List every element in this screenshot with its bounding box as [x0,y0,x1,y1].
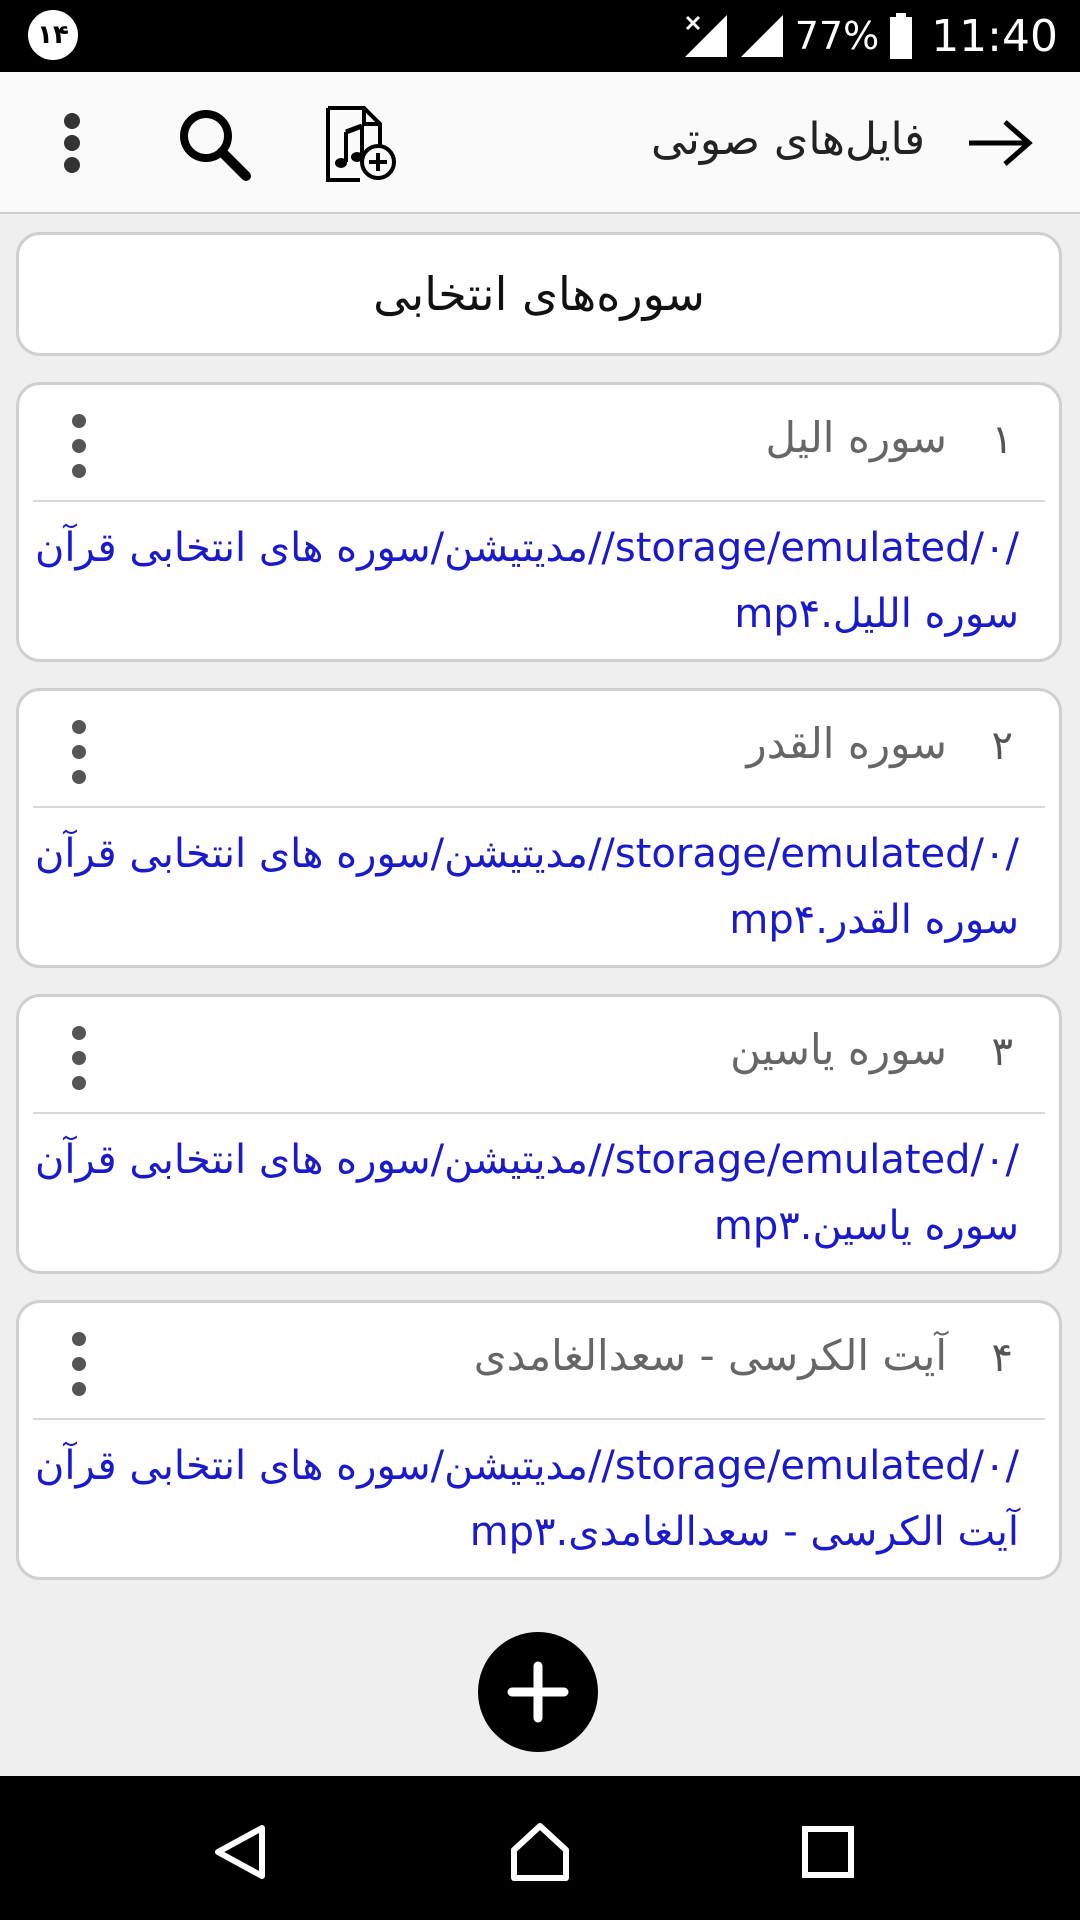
clock: 11:40 [931,10,1058,62]
back-arrow-icon [969,120,1033,166]
item-file-path: /storage/emulated/۰//مدیتیشن/سوره های ان… [29,1433,1019,1565]
path-line: سوره یاسین.mp۳ [713,1203,1019,1249]
path-line: /storage/emulated/۰//مدیتیشن/سوره های ان… [34,1443,1019,1489]
divider [33,806,1045,808]
item-menu-icon[interactable] [59,411,99,481]
add-item-fab[interactable] [478,1632,598,1752]
page-title: فایل‌های صوتی [650,114,925,165]
item-file-path: /storage/emulated/۰//مدیتیشن/سوره های ان… [29,515,1019,647]
home-icon [511,1823,569,1881]
signal-icon [740,15,783,57]
item-file-path: /storage/emulated/۰//مدیتیشن/سوره های ان… [29,1127,1019,1259]
item-menu-icon[interactable] [59,717,99,787]
list-item[interactable]: ۱ سوره الیل /storage/emulated/۰//مدیتیشن… [16,382,1062,662]
back-triangle-icon [215,1825,265,1879]
path-line: /storage/emulated/۰//مدیتیشن/سوره های ان… [34,525,1019,571]
item-menu-icon[interactable] [59,1023,99,1093]
plus-icon [507,1661,569,1723]
path-line: آیت الکرسی - سعدالغامدی.mp۳ [469,1509,1019,1555]
nav-home-button[interactable] [500,1812,580,1892]
item-menu-icon[interactable] [59,1329,99,1399]
playlist-title: سوره‌های انتخابی [373,267,705,321]
status-indicators: 77% 11:40 [683,0,1058,72]
app-bar: فایل‌های صوتی [0,72,1080,214]
item-index: ۳ [991,1029,1013,1075]
list-item[interactable]: ۳ سوره یاسین /storage/emulated/۰//مدیتیش… [16,994,1062,1274]
status-bar: ۱۴ 77% 11:40 [0,0,1080,72]
item-title: سوره القدر [746,719,947,768]
item-title: سوره الیل [765,413,947,462]
list-item[interactable]: ۲ سوره القدر /storage/emulated/۰//مدیتیش… [16,688,1062,968]
notification-badge: ۱۴ [28,10,78,60]
overflow-menu-button[interactable] [50,108,94,178]
path-line: /storage/emulated/۰//مدیتیشن/سوره های ان… [34,1137,1019,1183]
overflow-menu-icon [64,113,80,173]
nav-back-button[interactable] [200,1812,280,1892]
add-audio-file-icon [326,106,396,182]
playlist-header-card: سوره‌های انتخابی [16,232,1062,356]
divider [33,500,1045,502]
search-button[interactable] [172,102,256,186]
item-index: ۱ [991,417,1013,463]
add-audio-file-button[interactable] [318,102,402,186]
battery-icon [890,13,913,59]
item-file-path: /storage/emulated/۰//مدیتیشن/سوره های ان… [29,821,1019,953]
nav-recents-button[interactable] [788,1812,868,1892]
divider [33,1418,1045,1420]
search-icon [180,110,251,181]
list-item[interactable]: ۴ آیت الکرسی - سعدالغامدی /storage/emula… [16,1300,1062,1580]
battery-percent: 77% [794,14,880,58]
signal-no-data-icon [684,15,727,57]
recents-icon [802,1826,854,1878]
back-button[interactable] [962,108,1038,178]
item-index: ۲ [991,723,1013,769]
item-index: ۴ [991,1335,1013,1381]
item-title: سوره یاسین [730,1025,947,1074]
divider [33,1112,1045,1114]
path-line: /storage/emulated/۰//مدیتیشن/سوره های ان… [34,831,1019,877]
item-title: آیت الکرسی - سعدالغامدی [473,1331,947,1380]
system-nav-bar [0,1776,1080,1920]
path-line: سوره القدر.mp۴ [729,897,1019,943]
path-line: سوره اللیل.mp۴ [734,591,1019,637]
